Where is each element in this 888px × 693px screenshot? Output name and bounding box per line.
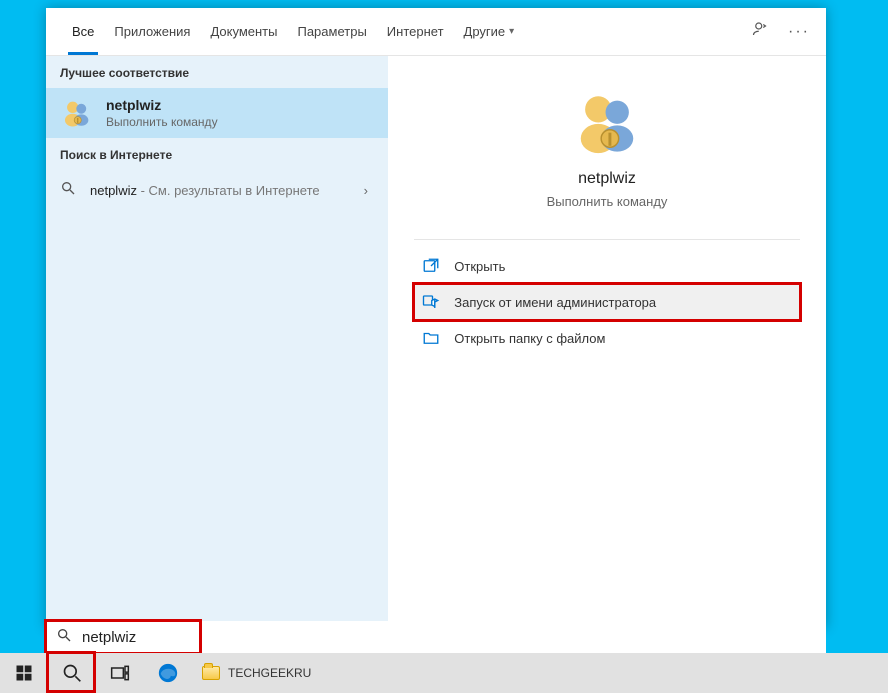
taskbar-app-explorer[interactable]: TECHGEEKRU (192, 653, 321, 693)
task-view-button[interactable] (96, 653, 144, 693)
taskbar-search-button[interactable] (48, 653, 96, 693)
search-icon (56, 627, 72, 648)
edge-browser-button[interactable] (144, 653, 192, 693)
preview-title: netplwiz (578, 170, 636, 188)
web-search-header: Поиск в Интернете (46, 138, 388, 170)
action-run-admin-label: Запуск от имени администратора (454, 295, 656, 310)
divider (414, 239, 799, 240)
taskbar: TECHGEEKRU (0, 653, 888, 693)
search-tabs-row: Все Приложения Документы Параметры Интер… (46, 8, 826, 56)
open-icon (422, 257, 440, 275)
action-open[interactable]: Открыть (414, 248, 799, 284)
netplwiz-icon (60, 96, 94, 130)
folder-icon (202, 666, 220, 680)
tab-documents[interactable]: Документы (200, 8, 287, 55)
search-input[interactable] (82, 629, 816, 646)
best-match-result[interactable]: netplwiz Выполнить команду (46, 88, 388, 138)
action-run-as-admin[interactable]: Запуск от имени администратора (414, 284, 799, 320)
action-open-file-location[interactable]: Открыть папку с файлом (414, 320, 799, 356)
shield-admin-icon (422, 293, 440, 311)
search-input-bar[interactable] (46, 621, 826, 653)
results-column: Лучшее соответствие netplwiz Вып (46, 56, 388, 628)
action-open-label: Открыть (454, 259, 505, 274)
tab-apps[interactable]: Приложения (104, 8, 200, 55)
web-suffix-text: - См. результаты в Интернете (137, 183, 320, 198)
web-search-result[interactable]: netplwiz - См. результаты в Интернете › (46, 170, 388, 211)
tab-all[interactable]: Все (62, 8, 104, 55)
more-icon[interactable]: ··· (788, 23, 810, 41)
search-icon (60, 180, 78, 201)
web-query-text: netplwiz (90, 183, 137, 198)
preview-column: netplwiz Выполнить команду Открыть (388, 56, 826, 628)
best-match-header: Лучшее соответствие (46, 56, 388, 88)
taskbar-app-label: TECHGEEKRU (228, 666, 311, 680)
chevron-right-icon: › (364, 183, 374, 198)
start-search-panel: Все Приложения Документы Параметры Интер… (46, 8, 826, 628)
result-title: netplwiz (106, 97, 374, 113)
tab-other[interactable]: Другие▾ (454, 8, 525, 55)
start-button[interactable] (0, 653, 48, 693)
folder-open-icon (422, 329, 440, 347)
feedback-icon[interactable] (752, 20, 770, 43)
chevron-down-icon: ▾ (509, 26, 514, 37)
preview-subtitle: Выполнить команду (547, 194, 668, 209)
preview-netplwiz-icon (572, 86, 642, 156)
tab-internet[interactable]: Интернет (377, 8, 454, 55)
action-open-location-label: Открыть папку с файлом (454, 331, 605, 346)
result-subtitle: Выполнить команду (106, 115, 374, 129)
tab-settings[interactable]: Параметры (287, 8, 376, 55)
